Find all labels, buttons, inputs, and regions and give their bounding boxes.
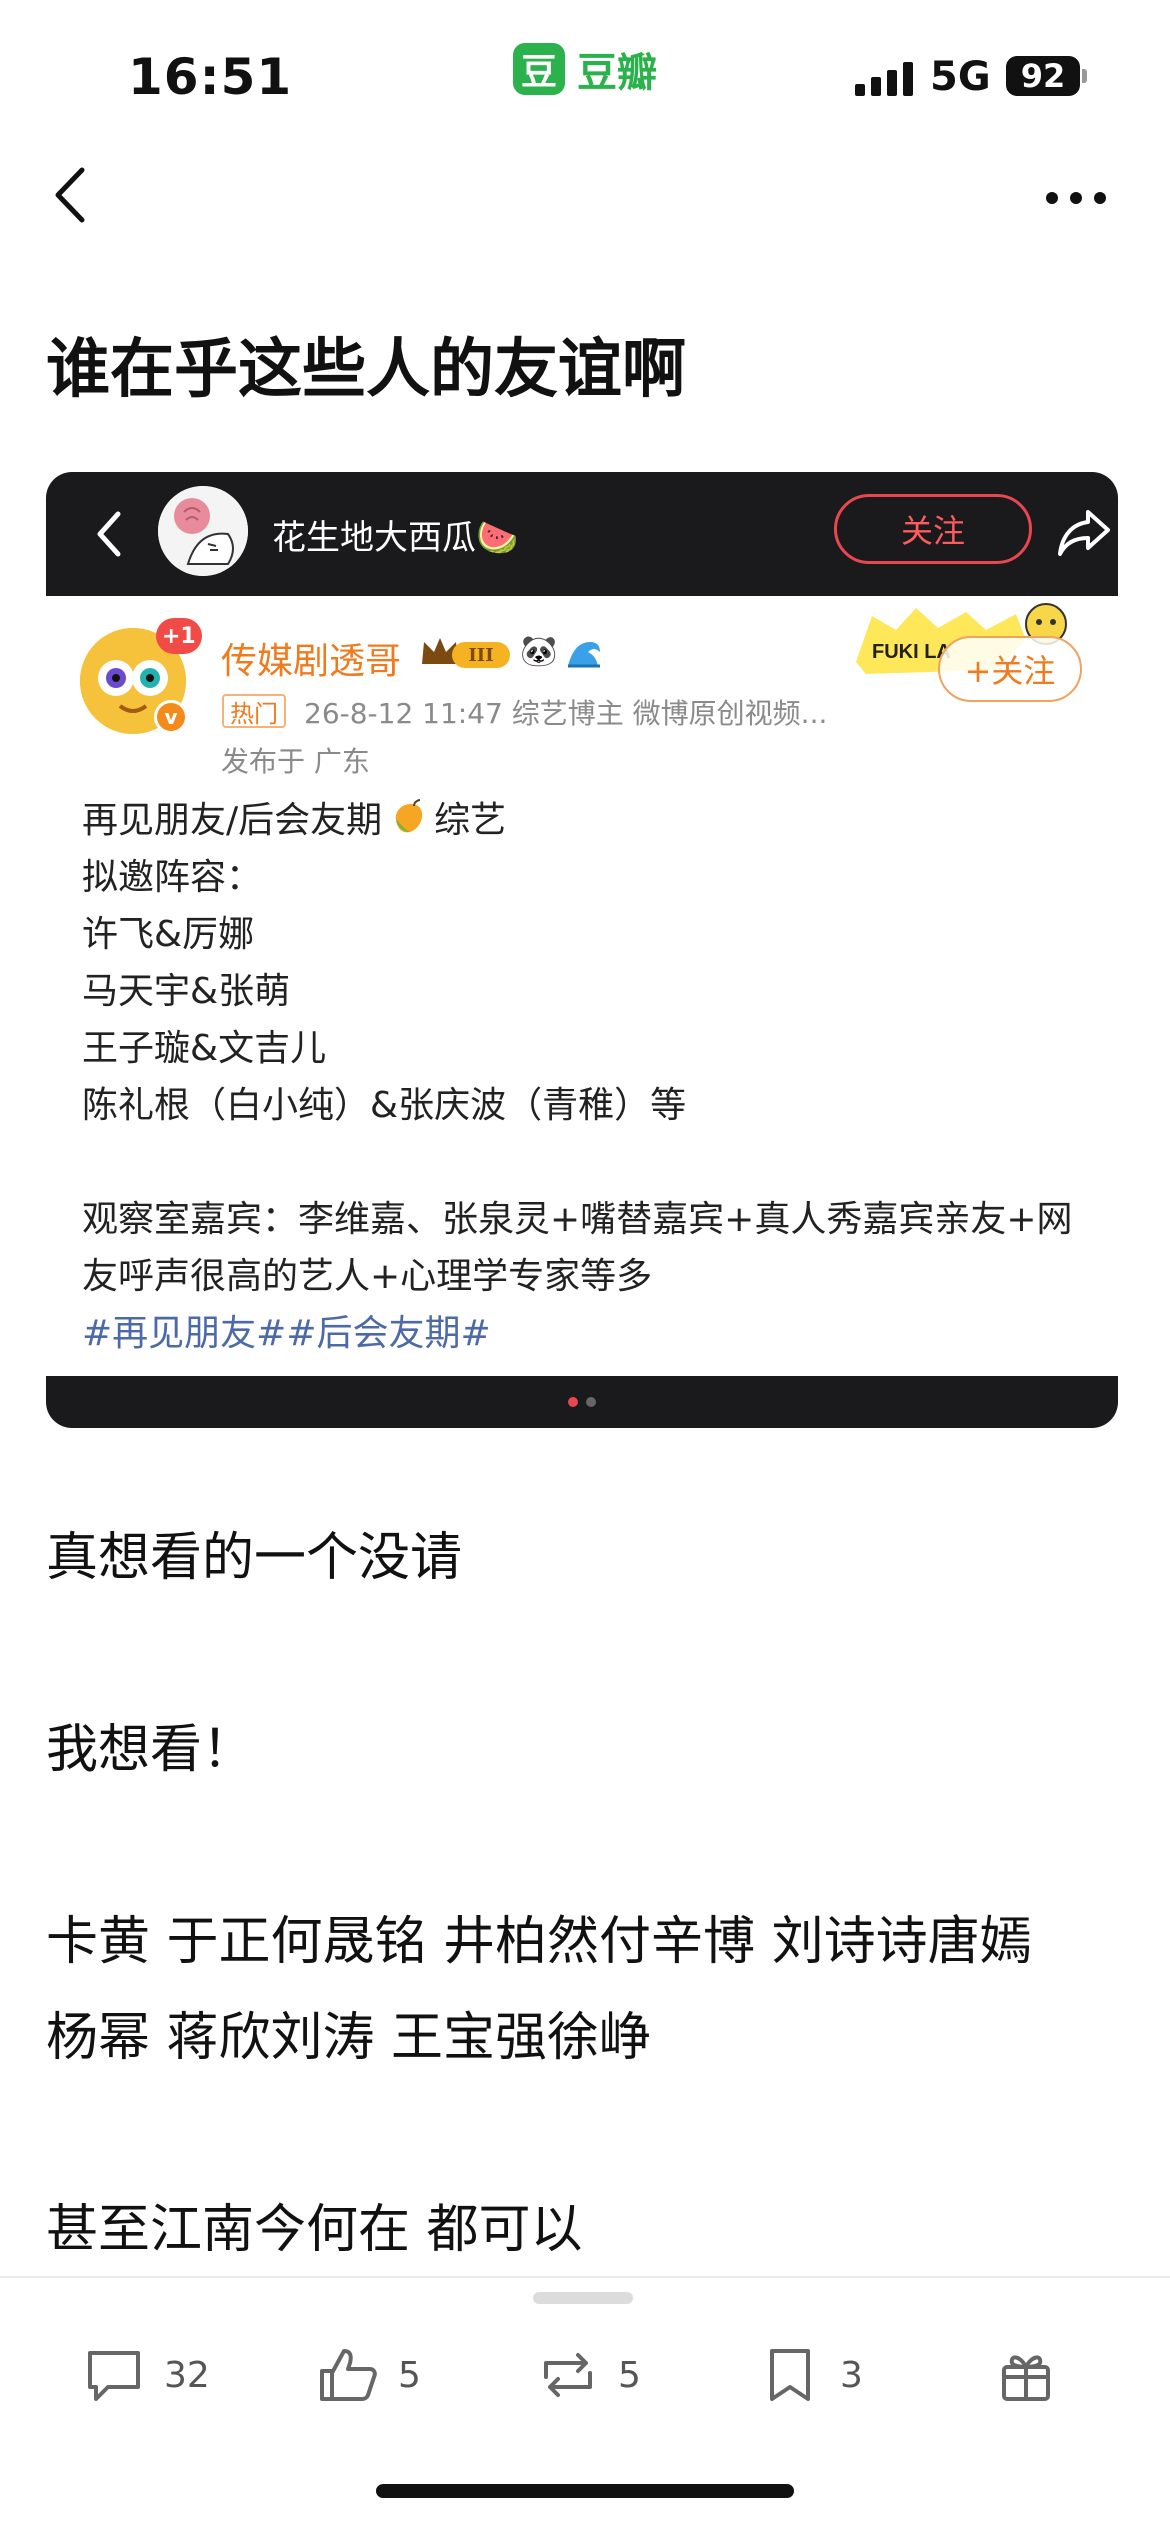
embedded-screenshot[interactable]: 花生地大西瓜🍉 关注 +1 v 传媒剧透哥 III 🐼 热门 26-8-12 1… <box>46 472 1118 1428</box>
pager-dot-active <box>568 1397 578 1407</box>
weibo-line: 观察室嘉宾：李维嘉、张泉灵+嘴替嘉宾+真人秀嘉宾亲友+网友呼声很高的艺人+心理学… <box>82 1199 1073 1297</box>
thumbs-up-icon <box>320 2349 377 2401</box>
home-indicator[interactable] <box>376 2484 794 2498</box>
repost-icon <box>544 2353 592 2397</box>
wave-badge-icon <box>564 636 604 672</box>
embedded-back-icon <box>90 504 130 564</box>
weibo-author-name[interactable]: 传媒剧透哥 <box>221 632 401 684</box>
more-dot <box>1070 192 1082 204</box>
weibo-line: 陈礼根（白小纯）&张庆波（青稚）等 <box>82 1085 687 1126</box>
weibo-follow-button[interactable]: +关注 <box>938 636 1082 702</box>
bottom-toolbar: 32 5 5 3 <box>0 2276 1170 2532</box>
battery-tip <box>1082 69 1087 83</box>
bookmark-icon <box>770 2349 810 2401</box>
post-paragraph: 甚至江南今何在 都可以 <box>46 2200 583 2260</box>
douban-logo-icon: 豆 <box>513 43 565 95</box>
verified-badge-icon: v <box>154 700 188 734</box>
weibo-meta: 26-8-12 11:47 综艺博主 微博原创视频... <box>304 697 828 730</box>
crown-level-icon: III <box>418 634 514 672</box>
weibo-hashtags[interactable]: #再见朋友##后会友期# <box>82 1305 1082 1362</box>
weibo-line: 再见朋友/后会友期 综艺 <box>82 792 1082 849</box>
comment-button[interactable]: 32 <box>82 2330 210 2420</box>
repost-count: 5 <box>618 2354 641 2396</box>
signal-strength-icon <box>855 62 913 96</box>
post-blank-line <box>46 1798 1126 1894</box>
status-bar: 16:51 豆 豆瓣 5G 92 <box>0 0 1170 150</box>
post-blank-line <box>46 2086 1126 2182</box>
post-paragraph: 我想看！ <box>46 1720 255 1780</box>
app-badge: 豆 豆瓣 <box>513 40 657 98</box>
weibo-line: 马天宇&张萌 <box>82 971 291 1012</box>
share-icon[interactable] <box>1056 502 1112 562</box>
collect-count: 3 <box>840 2354 863 2396</box>
back-button[interactable] <box>44 160 104 230</box>
comment-icon <box>88 2351 140 2401</box>
level-badge-text: III <box>468 645 493 666</box>
weibo-line <box>82 1134 1082 1191</box>
weibo-content: 再见朋友/后会友期 综艺 拟邀阵容： 许飞&厉娜 马天宇&张萌 王子璇&文吉儿 陈… <box>82 792 1082 1362</box>
weibo-line: 许飞&厉娜 <box>82 914 255 955</box>
avatar-plus-badge: +1 <box>156 618 202 654</box>
post-paragraph: 杨幂 蒋欣刘涛 王宝强徐峥 <box>46 2008 652 2068</box>
post-title: 谁在乎这些人的友谊啊 <box>46 333 686 407</box>
more-button[interactable] <box>1036 178 1116 218</box>
app-name: 豆瓣 <box>577 50 657 96</box>
chevron-left-icon <box>55 167 85 223</box>
network-type: 5G <box>930 54 991 100</box>
more-dot <box>1046 192 1058 204</box>
post-paragraph: 卡黄 于正何晟铭 井柏然付辛博 刘诗诗唐嫣 <box>46 1912 1032 1972</box>
embedded-username: 花生地大西瓜🍉 <box>272 518 519 558</box>
weibo-location: 发布于 广东 <box>221 745 370 778</box>
status-time: 16:51 <box>128 48 293 106</box>
post-body: 真想看的一个没请 我想看！ 卡黄 于正何晟铭 井柏然付辛博 刘诗诗唐嫣 杨幂 蒋… <box>46 1510 1126 2278</box>
post-blank-line <box>46 1606 1126 1702</box>
like-count: 5 <box>398 2354 421 2396</box>
battery-level: 92 <box>1006 56 1080 96</box>
embedded-follow-button[interactable]: 关注 <box>834 494 1032 564</box>
gift-icon <box>1002 2355 1050 2401</box>
pager-dot <box>586 1397 596 1407</box>
panda-icon: 🐼 <box>520 634 558 669</box>
more-dot <box>1094 192 1106 204</box>
image-pager <box>46 1376 1118 1428</box>
weibo-line-text: 综艺 <box>434 800 507 841</box>
like-button[interactable]: 5 <box>316 2330 421 2420</box>
collect-button[interactable]: 3 <box>758 2330 863 2420</box>
embedded-user-avatar <box>158 486 248 576</box>
sheet-handle[interactable] <box>533 2292 633 2304</box>
weibo-post: +1 v 传媒剧透哥 III 🐼 热门 26-8-12 11:47 综艺博主 微… <box>46 596 1118 1376</box>
embedded-top-bar: 花生地大西瓜🍉 关注 <box>46 472 1118 596</box>
comment-count: 32 <box>164 2354 210 2396</box>
mango-icon <box>395 799 423 833</box>
gift-button[interactable] <box>994 2330 1058 2420</box>
repost-button[interactable]: 5 <box>536 2330 641 2420</box>
post-paragraph: 真想看的一个没请 <box>46 1528 463 1588</box>
weibo-line: 拟邀阵容： <box>82 857 263 898</box>
weibo-line-text: 再见朋友/后会友期 <box>82 800 383 841</box>
hot-tag: 热门 <box>222 694 286 728</box>
weibo-line: 王子璇&文吉儿 <box>82 1028 327 1069</box>
